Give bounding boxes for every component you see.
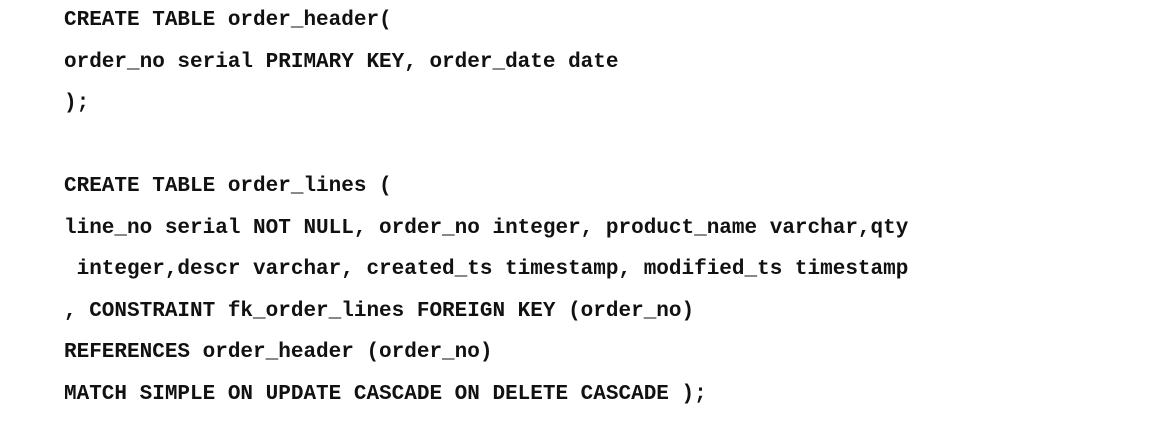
sql-code-block: CREATE TABLE order_header( order_no seri… (64, 0, 1144, 415)
code-line: line_no serial NOT NULL, order_no intege… (64, 216, 909, 240)
code-line: CREATE TABLE order_header( (64, 9, 392, 32)
code-line: MATCH SIMPLE ON UPDATE CASCADE ON DELETE… (64, 382, 707, 406)
code-line: CREATE TABLE order_lines ( (64, 175, 392, 198)
code-line: , CONSTRAINT fk_order_lines FOREIGN KEY … (64, 299, 695, 323)
code-line: order_no serial PRIMARY KEY, order_date … (64, 50, 619, 74)
code-line: ); (64, 92, 90, 115)
code-line: integer,descr varchar, created_ts timest… (64, 258, 909, 281)
code-line: REFERENCES order_header (order_no) (64, 341, 493, 364)
